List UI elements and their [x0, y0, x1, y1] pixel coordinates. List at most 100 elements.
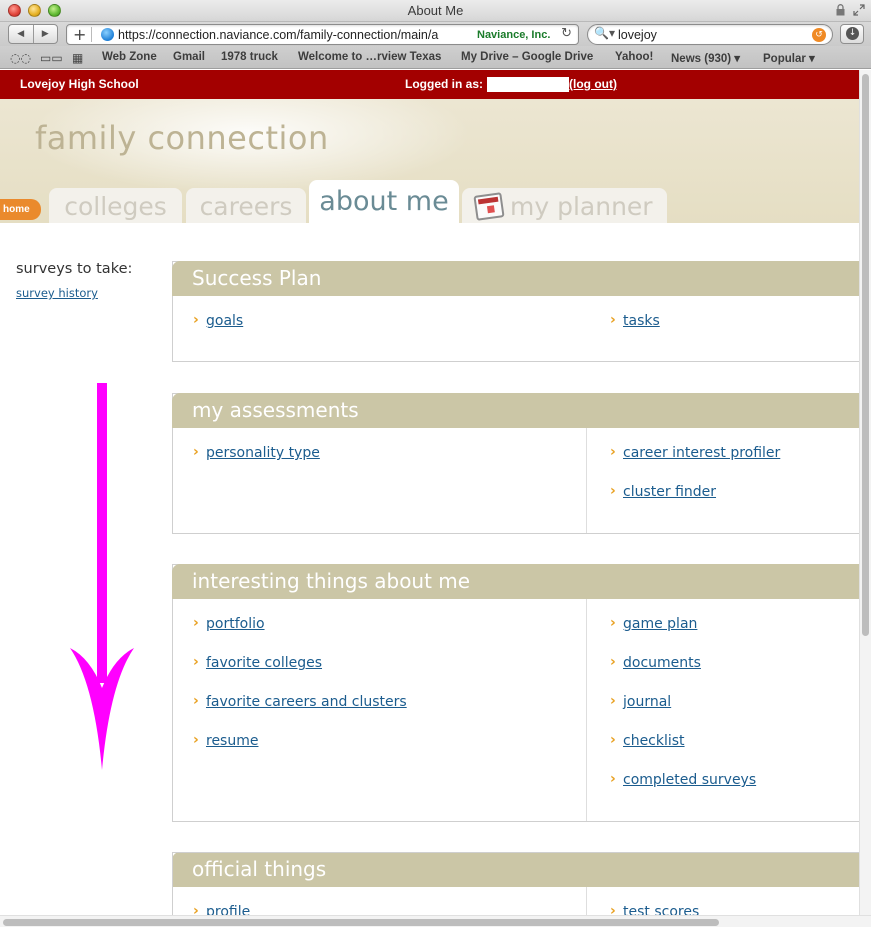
- url-text[interactable]: https://connection.naviance.com/family-c…: [118, 28, 473, 42]
- site-globe-icon: [101, 28, 114, 41]
- panel-body: › personality type › career interest pro…: [173, 428, 859, 533]
- navigation-buttons: ◀ ▶: [8, 24, 58, 44]
- link-personality-type[interactable]: personality type: [206, 445, 320, 461]
- panel-title: my assessments: [172, 393, 859, 428]
- panel-success-plan: Success Plan › goals › tasks: [172, 261, 859, 362]
- browser-toolbar: ◀ ▶ + https://connection.naviance.com/fa…: [0, 22, 871, 46]
- chevron-right-icon: ›: [610, 444, 616, 460]
- bookmark-item[interactable]: Yahoo!: [615, 51, 653, 63]
- chevron-right-icon: ›: [610, 903, 616, 915]
- link-career-interest-profiler[interactable]: career interest profiler: [623, 445, 780, 461]
- link-portfolio[interactable]: portfolio: [206, 616, 265, 632]
- site-banner: family connection home colleges careers …: [0, 99, 859, 223]
- link-cluster-finder[interactable]: cluster finder: [623, 484, 716, 500]
- tab-careers[interactable]: careers: [186, 188, 306, 223]
- link-profile[interactable]: profile: [206, 904, 250, 915]
- survey-history-link[interactable]: survey history: [16, 286, 98, 300]
- column-divider: [586, 599, 587, 821]
- vertical-scrollbar[interactable]: [859, 70, 871, 915]
- chevron-right-icon: ›: [193, 903, 199, 915]
- forward-button[interactable]: ▶: [32, 25, 58, 43]
- bookmark-item[interactable]: News (930) ▾: [671, 51, 740, 65]
- logout-link[interactable]: (log out): [569, 77, 617, 91]
- bookmarks-book-icon[interactable]: ▭▭: [40, 51, 63, 65]
- tab-my-planner-label: my planner: [510, 192, 653, 221]
- horizontal-scroll-thumb[interactable]: [3, 919, 719, 926]
- downloads-button[interactable]: ↓: [840, 24, 864, 44]
- reading-list-icon[interactable]: ◌◌: [10, 51, 31, 65]
- chevron-right-icon: ›: [610, 483, 616, 499]
- home-tab[interactable]: home: [0, 199, 41, 220]
- link-checklist[interactable]: checklist: [623, 733, 685, 749]
- chevron-right-icon: ›: [610, 771, 616, 787]
- link-favorite-careers[interactable]: favorite careers and clusters: [206, 694, 407, 710]
- panel-interesting-things: interesting things about me › portfolio …: [172, 564, 859, 822]
- brand-title: family connection: [35, 119, 329, 157]
- redacted-username: [487, 77, 569, 92]
- chevron-right-icon: ›: [193, 444, 199, 460]
- search-field[interactable]: 🔍▾ lovejoy ↺: [587, 24, 833, 45]
- chevron-right-icon: ›: [193, 615, 199, 631]
- link-favorite-colleges[interactable]: favorite colleges: [206, 655, 322, 671]
- back-arrow-icon: ◀: [17, 29, 25, 39]
- tab-my-planner[interactable]: my planner: [462, 188, 667, 223]
- school-name: Lovejoy High School: [20, 77, 139, 91]
- reload-icon[interactable]: ↻: [561, 26, 572, 41]
- lock-icon: [836, 4, 845, 16]
- surveys-heading: surveys to take:: [16, 261, 133, 277]
- link-resume[interactable]: resume: [206, 733, 258, 749]
- search-query[interactable]: lovejoy: [618, 28, 657, 42]
- top-sites-grid-icon[interactable]: ▦: [72, 51, 83, 65]
- link-test-scores[interactable]: test scores: [623, 904, 699, 915]
- download-icon: ↓: [846, 27, 859, 40]
- link-documents[interactable]: documents: [623, 655, 701, 671]
- chevron-right-icon: ›: [610, 732, 616, 748]
- window-title: About Me: [407, 3, 464, 18]
- chevron-right-icon: ›: [193, 312, 199, 328]
- bookmark-item[interactable]: Web Zone: [102, 51, 157, 63]
- link-journal[interactable]: journal: [623, 694, 671, 710]
- panel-official-things: official things › profile › test scores: [172, 852, 859, 915]
- link-tasks[interactable]: tasks: [623, 313, 660, 329]
- tab-about-me[interactable]: about me: [309, 180, 459, 223]
- back-button[interactable]: ◀: [9, 25, 33, 43]
- panel-title: official things: [173, 853, 859, 887]
- link-game-plan[interactable]: game plan: [623, 616, 697, 632]
- search-icon[interactable]: 🔍▾: [594, 26, 615, 40]
- chevron-right-icon: ›: [610, 615, 616, 631]
- panel-my-assessments: my assessments › personality type › care…: [172, 393, 859, 534]
- link-goals[interactable]: goals: [206, 313, 243, 329]
- chevron-right-icon: ›: [193, 732, 199, 748]
- horizontal-scrollbar[interactable]: [0, 915, 871, 927]
- column-divider: [586, 887, 587, 915]
- chevron-right-icon: ›: [610, 312, 616, 328]
- bookmarks-bar: ◌◌ ▭▭ ▦ Web Zone Gmail 1978 truck Welcom…: [0, 46, 871, 69]
- panel-body: › portfolio › favorite colleges › favori…: [173, 599, 859, 821]
- panel-title: interesting things about me: [172, 564, 859, 599]
- site-identity-badge[interactable]: Naviance, Inc.: [477, 29, 550, 41]
- chevron-right-icon: ›: [193, 693, 199, 709]
- add-bookmark-icon[interactable]: +: [73, 25, 86, 44]
- chevron-right-icon: ›: [610, 654, 616, 670]
- forward-arrow-icon: ▶: [41, 29, 49, 39]
- bookmark-item[interactable]: 1978 truck: [221, 51, 278, 63]
- panel-title: Success Plan: [172, 261, 859, 296]
- bookmark-item[interactable]: My Drive – Google Drive: [461, 51, 593, 63]
- bookmark-item[interactable]: Welcome to …rview Texas: [298, 51, 441, 63]
- bookmark-item[interactable]: Popular ▾: [763, 51, 815, 65]
- calendar-icon: [473, 192, 505, 221]
- chevron-right-icon: ›: [610, 693, 616, 709]
- address-bar[interactable]: + https://connection.naviance.com/family…: [66, 24, 579, 45]
- fullscreen-icon[interactable]: [853, 4, 865, 16]
- link-completed-surveys[interactable]: completed surveys: [623, 772, 756, 788]
- chevron-right-icon: ›: [193, 654, 199, 670]
- window-titlebar: About Me: [0, 0, 871, 22]
- vertical-scroll-thumb[interactable]: [862, 74, 869, 636]
- logged-in-label: Logged in as:: [405, 77, 483, 91]
- panel-body: › profile › test scores: [173, 887, 859, 915]
- column-divider: [586, 428, 587, 533]
- bookmark-item[interactable]: Gmail: [173, 51, 205, 63]
- annotation-down-arrow-icon: [70, 383, 134, 770]
- snapback-icon[interactable]: ↺: [812, 28, 826, 42]
- tab-colleges[interactable]: colleges: [49, 188, 182, 223]
